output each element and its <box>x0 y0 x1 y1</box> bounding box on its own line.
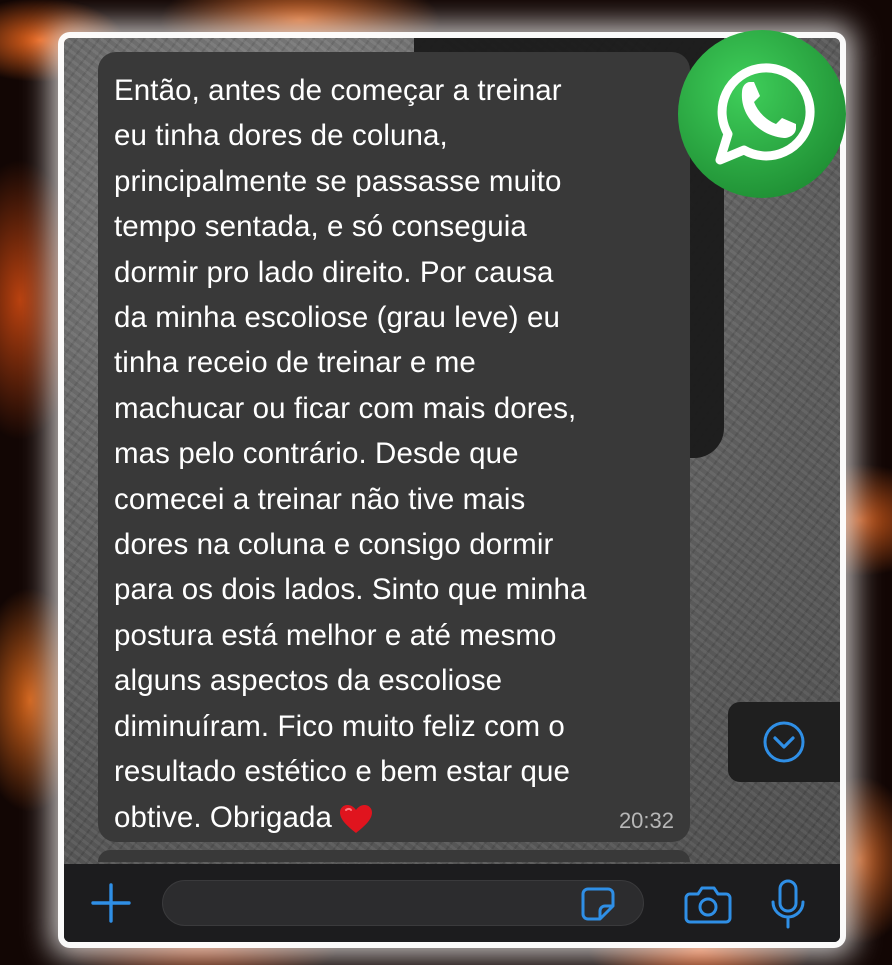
whatsapp-logo <box>678 30 846 198</box>
chevron-down-icon <box>763 721 805 763</box>
next-message-edge <box>98 850 690 862</box>
message-input-bar <box>64 864 840 942</box>
message-bubble[interactable]: Então, antes de começar a treinar eu tin… <box>98 52 690 842</box>
plus-icon[interactable] <box>90 882 132 924</box>
scroll-to-bottom-button[interactable] <box>728 702 840 782</box>
message-timestamp: 20:32 <box>618 808 674 833</box>
red-heart-icon <box>340 804 373 833</box>
sticker-icon[interactable] <box>580 886 616 922</box>
camera-icon[interactable] <box>684 884 732 924</box>
microphone-icon[interactable] <box>768 878 808 930</box>
message-text: Então, antes de começar a treinar eu tin… <box>114 74 587 834</box>
message-input[interactable] <box>162 880 644 926</box>
